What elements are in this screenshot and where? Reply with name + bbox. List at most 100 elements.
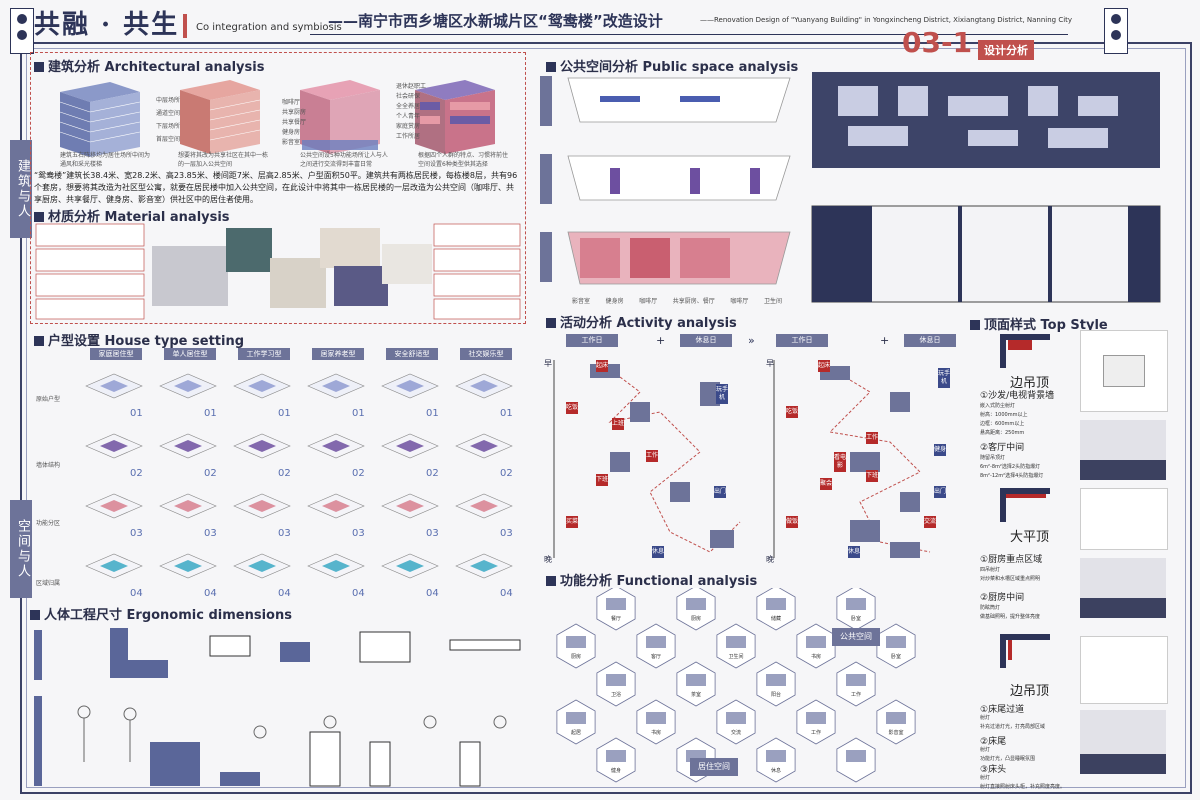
plan-label: 共享厨房、餐厅 xyxy=(672,298,715,305)
house-unit-number: 04 xyxy=(130,588,143,599)
corner-dot-icon xyxy=(1111,30,1121,40)
building-diagram-1 xyxy=(59,82,141,157)
corner-box-left xyxy=(10,8,34,54)
function-hex-label: 健身 xyxy=(611,767,621,774)
function-hex-thumbnail xyxy=(566,712,586,724)
function-hex-label: 卧室 xyxy=(891,653,901,660)
activity-tag: 买菜 xyxy=(566,516,578,528)
dark-green-swatch xyxy=(226,228,272,272)
house-type-grid: 01 01 01 01 01 01 02 02 02 02 02 02 03 03 03 03 03 03 04 04… xyxy=(85,373,513,599)
white-stone-swatch xyxy=(382,244,432,284)
ceiling-note-3a: 射灯 补充过道灯光，打亮局部区域 xyxy=(980,715,1046,730)
function-hex-label: 卫浴 xyxy=(611,691,621,698)
house-type-title: 户型设置 House type setting xyxy=(34,330,244,349)
restday-tag-right: 休息日 xyxy=(904,334,956,347)
arch-caption-1: 建筑五右阵移均为居住场所中间为通风和采光楼梯 xyxy=(60,152,151,168)
function-hex-thumbnail xyxy=(886,636,906,648)
label: 通道空间 xyxy=(156,110,181,117)
house-unit-number: 04 xyxy=(426,588,439,599)
beige-swatch xyxy=(270,258,326,308)
arch-labels-2: 中层场所 通道空间 下层场所 首层空间 xyxy=(156,94,180,146)
side-tab-space: 空间与人 xyxy=(10,500,32,598)
activity-title: 活动分析 Activity analysis xyxy=(546,312,737,331)
public-space-plans xyxy=(540,76,791,285)
label: 社会研保 xyxy=(396,93,421,100)
ergonomic-elevation-views xyxy=(34,696,481,787)
title-accent-bar xyxy=(183,14,188,38)
plan-label: 影音室 xyxy=(572,298,591,305)
function-hex-label: 书房 xyxy=(811,653,821,660)
corner-box-right xyxy=(1104,8,1128,54)
ceiling-item-1b: ②客厅中间 xyxy=(980,443,1025,453)
ceiling-render-6 xyxy=(1080,710,1166,774)
plan-label: 健身房 xyxy=(605,298,624,305)
function-hex-label: 书房 xyxy=(651,729,661,736)
functional-title-text: 功能分析 Functional analysis xyxy=(560,574,758,589)
function-hex-thumbnail xyxy=(726,636,746,648)
ceiling-render-3 xyxy=(1080,488,1168,550)
square-bullet-icon xyxy=(546,576,556,586)
house-unit-number: 04 xyxy=(500,588,513,599)
label: 共享餐厅 xyxy=(282,119,307,126)
house-unit-number: 01 xyxy=(204,408,217,419)
activity-tag: 工作 xyxy=(866,432,878,444)
ceiling-render-2 xyxy=(1080,420,1166,480)
house-unit-number: 01 xyxy=(278,408,291,419)
activity-tag: 交流 xyxy=(924,516,936,528)
function-hex-thumbnail xyxy=(606,598,626,610)
material-note-boxes-right xyxy=(433,223,521,320)
ceiling-note-1a: 嵌入式防尘射灯 射高：1000mm以上 边框：600mm以上 悬高距离：250m… xyxy=(980,403,1028,436)
function-hex-label: 储藏 xyxy=(771,615,781,622)
function-hex-thumbnail xyxy=(686,598,706,610)
activity-tag: 玩手机 xyxy=(716,384,728,404)
function-hex-thumbnail xyxy=(646,636,666,648)
function-hex-thumbnail xyxy=(766,674,786,686)
function-hex-label: 交流 xyxy=(731,729,741,736)
activity-flow xyxy=(553,360,931,558)
material-note-boxes-left xyxy=(35,223,145,320)
label: 工作所居 xyxy=(396,133,421,140)
arch-caption-4: 根据四个人群的特点、习惯将前住空间设置6种类型供其选择 xyxy=(418,152,509,168)
house-unit-number: 03 xyxy=(278,528,291,539)
subtitle-english: ——Renovation Design of "Yuanyang Buildin… xyxy=(700,16,1073,24)
plan-level-1 xyxy=(540,76,791,126)
subtitle-chinese: ——南宁市西乡塘区水新城片区“鸳鸯楼”改造设计 xyxy=(328,12,663,30)
house-col-1: 家庭居住型 xyxy=(90,348,142,360)
function-hex-thumbnail xyxy=(886,712,906,724)
floor-plan-renderings xyxy=(811,72,1161,303)
house-unit-number: 02 xyxy=(426,468,439,479)
house-unit-number: 02 xyxy=(352,468,365,479)
house-col-2: 单人居住型 xyxy=(164,348,216,360)
function-hex-label: 工作 xyxy=(811,729,821,736)
function-hex-label: 起居 xyxy=(571,730,581,736)
restday-tag-left: 休息日 xyxy=(680,334,732,347)
public-plan-labels: 影音室 健身房 咖啡厅 共享厨房、餐厅 咖啡厅 卫生间 xyxy=(572,296,782,305)
label: 中层场所 xyxy=(156,97,181,104)
house-col-6: 社交娱乐型 xyxy=(460,348,512,360)
ceiling-section-3 xyxy=(1000,634,1050,668)
activity-tag: 下班 xyxy=(866,470,878,482)
function-hex-label: 厨房 xyxy=(691,615,701,622)
house-unit-number: 03 xyxy=(130,528,143,539)
ceiling-type-2: 大平顶 xyxy=(1010,530,1050,545)
workday-tag-left: 工作日 xyxy=(566,334,618,347)
house-unit-number: 01 xyxy=(500,408,513,419)
ergonomic-figures xyxy=(77,705,507,762)
activity-tag: 吃饭 xyxy=(786,406,798,418)
house-unit-number: 03 xyxy=(500,528,513,539)
house-unit-number: 02 xyxy=(130,468,143,479)
activity-tag: 休息 xyxy=(652,546,664,558)
ceiling-note-1b: 随留吊顶灯 6m²-8m²选择2头防指爆灯 8m²-12m²选择4头防指爆灯 xyxy=(980,455,1044,479)
label: 下层场所 xyxy=(156,123,181,130)
public-space-hex: 公共空间 xyxy=(832,628,880,646)
house-unit-number: 01 xyxy=(130,408,143,419)
workday-tag-right: 工作日 xyxy=(776,334,828,347)
label: 咖啡厅 xyxy=(282,99,301,106)
ergonomic-drawings xyxy=(34,628,521,787)
function-hex-thumbnail xyxy=(566,636,586,648)
label: 个人青年 xyxy=(396,113,421,120)
function-hex-thumbnail xyxy=(606,750,626,762)
ergonomic-title: 人体工程尺寸 Ergonomic dimensions xyxy=(30,604,292,623)
function-hex-thumbnail xyxy=(606,674,626,686)
activity-tag: 玩手机 xyxy=(938,368,950,388)
